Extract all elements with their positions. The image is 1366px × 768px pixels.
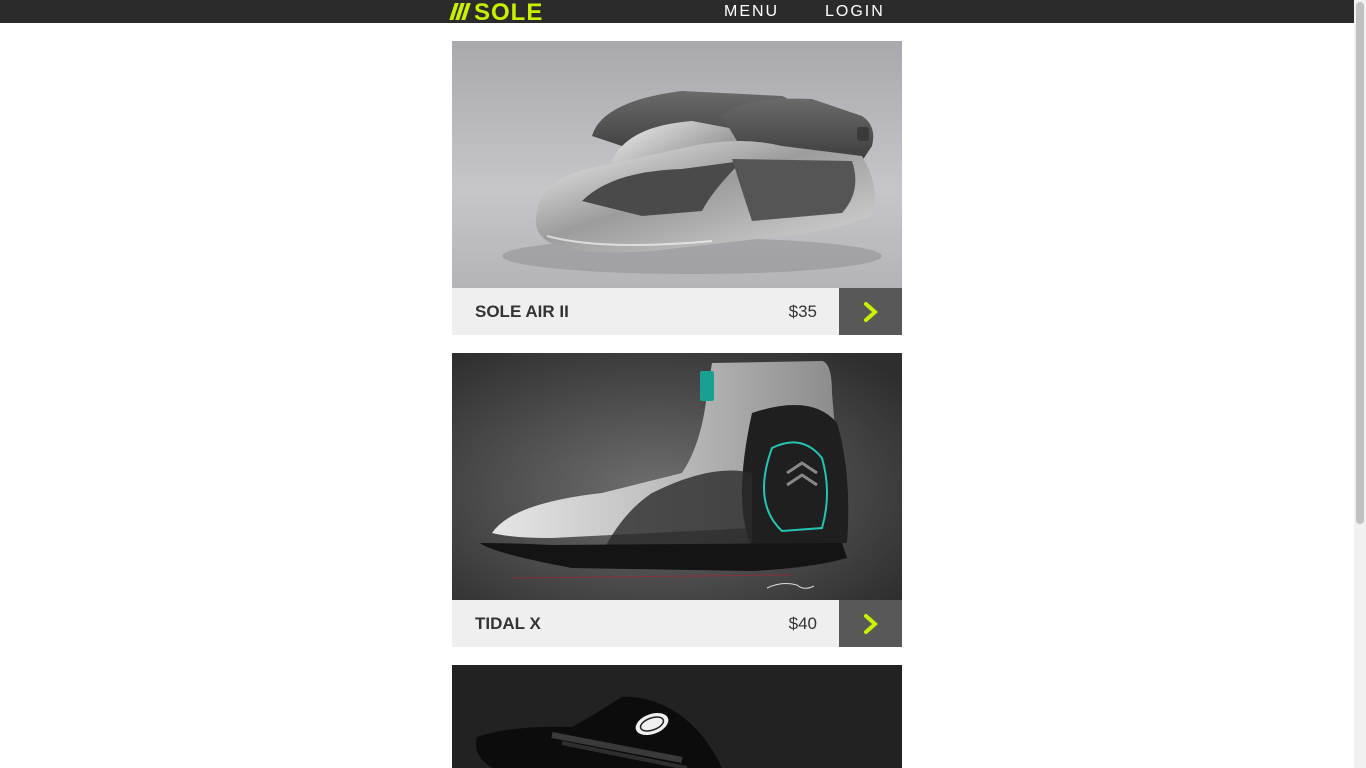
view-product-button[interactable] (839, 288, 902, 335)
product-card (452, 665, 902, 768)
product-price: $40 (788, 614, 817, 633)
login-link[interactable]: LOGIN (825, 0, 885, 23)
product-image[interactable] (452, 353, 902, 600)
product-image[interactable] (452, 41, 902, 288)
product-price: $35 (788, 302, 817, 321)
chevron-right-icon (863, 613, 878, 634)
brand-name: SOLE (474, 0, 544, 26)
product-name[interactable]: SOLE AIR II (475, 288, 569, 335)
product-info-bar: TIDAL X $40 (452, 600, 902, 647)
product-info-bar: SOLE AIR II $35 (452, 288, 902, 335)
product-card: TIDAL X $40 (452, 353, 902, 647)
product-image[interactable] (452, 665, 902, 768)
menu-link[interactable]: MENU (724, 0, 779, 23)
product-name[interactable]: TIDAL X (475, 600, 541, 647)
product-card: SOLE AIR II $35 (452, 41, 902, 335)
top-nav-bar: SOLE MENU LOGIN (0, 0, 1354, 26)
logo-slashes-icon (449, 3, 471, 20)
chevron-right-icon (863, 301, 878, 322)
brand-logo[interactable]: SOLE (449, 0, 544, 26)
view-product-button[interactable] (839, 600, 902, 647)
scrollbar-thumb[interactable] (1356, 2, 1364, 524)
page-scrollbar[interactable] (1354, 0, 1366, 768)
